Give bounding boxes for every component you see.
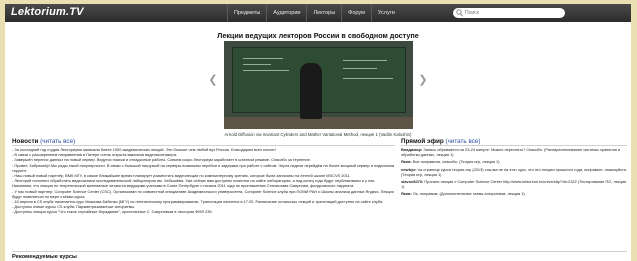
slider-caption[interactable]: Arnold Diffusion via Invariant Cylinders… bbox=[5, 132, 631, 137]
news-read-all-link[interactable]: (читать все) bbox=[40, 138, 75, 145]
live-author[interactable]: Яков: bbox=[401, 159, 412, 164]
news-item: - Лекторий пополнит обработать видеозапи… bbox=[12, 178, 376, 189]
nav-subjects[interactable]: Предметы bbox=[227, 4, 266, 22]
lecturer-figure bbox=[300, 63, 322, 119]
nav-lecturers[interactable]: Лекторы bbox=[306, 4, 341, 22]
slider-next-icon[interactable]: ❯ bbox=[417, 72, 429, 88]
live-heading-text: Прямой эфир bbox=[401, 138, 444, 145]
search-box[interactable] bbox=[453, 8, 565, 18]
news-item: - Привет, Хабрахабр! Мы рады такой попул… bbox=[12, 162, 395, 173]
news-list: - За последний год студия Лекториума зап… bbox=[12, 147, 395, 252]
live-comment[interactable]: Прогали лекции с Computer Science Center… bbox=[401, 179, 626, 189]
live-author[interactable]: Яков: bbox=[401, 191, 412, 196]
search-input[interactable] bbox=[465, 8, 561, 18]
search-icon bbox=[456, 9, 463, 17]
news-item: - Доступны лекции курса "Что такое случа… bbox=[12, 209, 213, 215]
nav-audiences[interactable]: Аудитории bbox=[266, 4, 306, 22]
live-item: newbye: на странице курса теория игр (20… bbox=[401, 167, 627, 177]
main-nav: Предметы Аудитории Лекторы Форум Услуги bbox=[227, 4, 401, 22]
live-comment[interactable]: Ок, поправим. (Дополнительные главы алго… bbox=[413, 191, 525, 196]
recommended-heading: Рекомендуемые курсы bbox=[12, 254, 77, 260]
live-comment[interactable]: на странице курса теория игр (2013) ссыл… bbox=[401, 167, 627, 177]
page: Lektorium.TV Предметы Аудитории Лекторы … bbox=[5, 4, 631, 261]
live-item: Яков: Все поправили, спасибо. (Теория иг… bbox=[401, 159, 627, 164]
live-comment[interactable]: Запись обрывается на 23-24 минуте. Можно… bbox=[401, 147, 620, 157]
news-heading: Новости (читать все) bbox=[12, 138, 75, 145]
live-comment[interactable]: Все поправили, спасибо. (Теория игр, лек… bbox=[413, 159, 500, 164]
top-navbar: Lektorium.TV Предметы Аудитории Лекторы … bbox=[5, 4, 631, 22]
live-heading: Прямой эфир (читать все) bbox=[401, 138, 480, 145]
live-feed: Владимир: Запись обрывается на 23-24 мин… bbox=[401, 147, 627, 237]
site-logo[interactable]: Lektorium.TV bbox=[11, 6, 84, 18]
news-heading-text: Новости bbox=[12, 138, 39, 145]
news-item: - У нас новый партнер: Computer Science … bbox=[12, 188, 394, 199]
slider-prev-icon[interactable]: ❮ bbox=[207, 72, 219, 88]
nav-services[interactable]: Услуги bbox=[370, 4, 401, 22]
live-item: Яков: Ок, поправим. (Дополнительные глав… bbox=[401, 191, 627, 196]
hero-title: Лекции ведущих лекторов России в свободн… bbox=[217, 31, 419, 40]
nav-forum[interactable]: Форум bbox=[341, 4, 371, 22]
live-item: Владимир: Запись обрывается на 23-24 мин… bbox=[401, 147, 627, 157]
lecture-slider-image[interactable] bbox=[224, 41, 413, 129]
live-read-all-link[interactable]: (читать все) bbox=[445, 138, 480, 145]
live-item: slavon6070: Прогали лекции с Computer Sc… bbox=[401, 179, 627, 189]
